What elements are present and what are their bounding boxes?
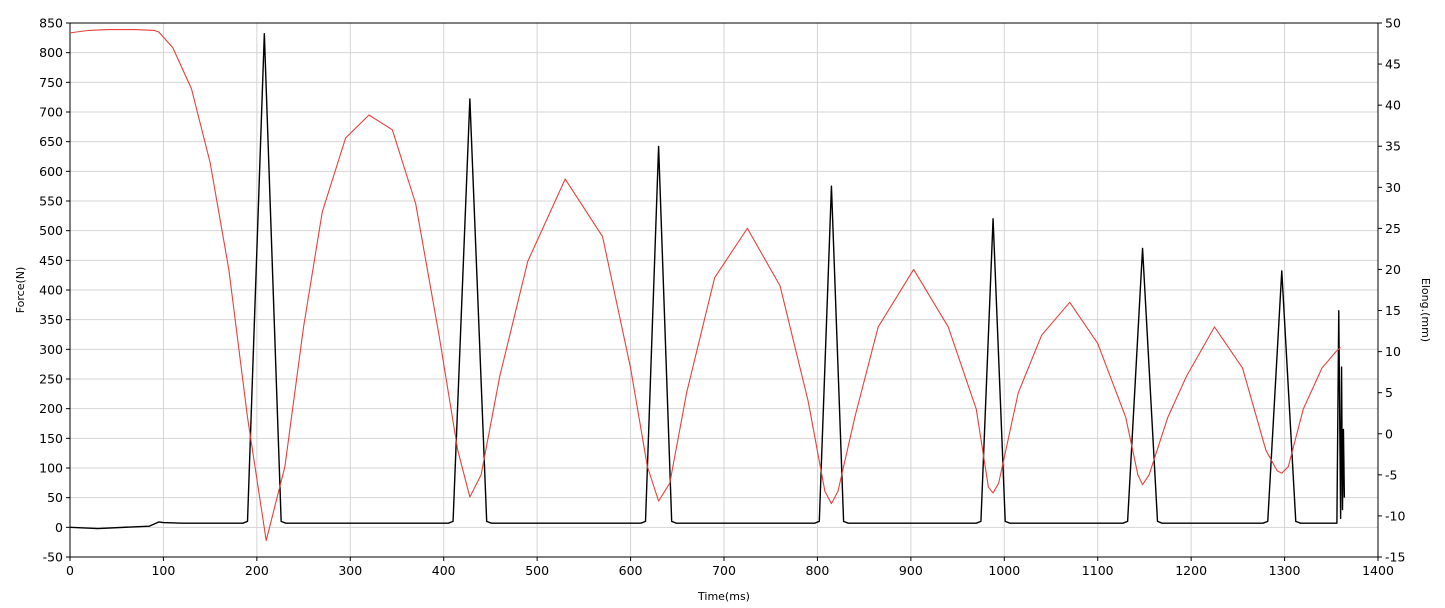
y-tick-label: 50 <box>47 490 63 505</box>
y-tick-label: 800 <box>39 45 63 60</box>
y-tick-label: 450 <box>39 253 63 268</box>
y-tick-label: 750 <box>39 75 63 90</box>
y-axis-right-title: Elong.(mm) <box>1419 278 1432 342</box>
y-tick-label: 0 <box>55 520 63 535</box>
y2-tick-label: 0 <box>1385 426 1393 441</box>
x-tick-label: 900 <box>899 563 923 578</box>
y2-tick-label: 50 <box>1385 16 1401 31</box>
y-tick-label: 100 <box>39 461 63 476</box>
y2-tick-label: 20 <box>1385 262 1401 277</box>
y-tick-label: 650 <box>39 134 63 149</box>
y-tick-label: 850 <box>39 16 63 31</box>
y-tick-label: 200 <box>39 401 63 416</box>
y-tick-label: 600 <box>39 164 63 179</box>
y2-tick-label: 15 <box>1385 303 1401 318</box>
x-tick-label: 1200 <box>1175 563 1207 578</box>
series-force-line <box>69 32 1346 530</box>
x-tick-label: 1300 <box>1269 563 1301 578</box>
x-tick-label: 100 <box>151 563 175 578</box>
x-tick-label: 600 <box>619 563 643 578</box>
series-elongation-line <box>69 29 1341 542</box>
x-axis-title: Time(ms) <box>697 590 750 603</box>
y2-tick-label: 40 <box>1385 98 1401 113</box>
x-tick-label: 1100 <box>1082 563 1114 578</box>
y-axis-right-ticks: -15 -10 -5 0 5 10 15 20 25 30 35 40 45 50 <box>1378 16 1405 565</box>
x-tick-label: 1000 <box>988 563 1020 578</box>
y-axis-left-title: Force(N) <box>14 267 27 314</box>
y-axis-left-ticks: -50 0 50 100 150 200 250 300 350 400 450 500 550 600 6… <box>39 16 70 565</box>
y2-tick-label: 10 <box>1385 344 1401 359</box>
x-tick-label: 400 <box>432 563 456 578</box>
y2-tick-label: 5 <box>1385 385 1393 400</box>
y-tick-label: 300 <box>39 342 63 357</box>
y2-tick-label: -5 <box>1385 467 1397 482</box>
y-tick-label: 550 <box>39 194 63 209</box>
y-tick-label: 500 <box>39 223 63 238</box>
x-tick-label: 500 <box>525 563 549 578</box>
y2-tick-label: 30 <box>1385 180 1401 195</box>
y2-tick-label: 25 <box>1385 221 1401 236</box>
force-elongation-chart: 0 100 200 300 400 500 600 700 800 900 1000 1100 1200… <box>14 16 1432 604</box>
x-tick-label: 300 <box>338 563 362 578</box>
x-tick-label: 200 <box>245 563 269 578</box>
x-axis-ticks: 0 100 200 300 400 500 600 700 800 900 1000 1100 1200… <box>66 557 1394 578</box>
y-tick-label: 250 <box>39 372 63 387</box>
series-layer <box>69 29 1346 542</box>
y-tick-label: 150 <box>39 431 63 446</box>
y-tick-label: -50 <box>43 550 63 565</box>
x-tick-label: 800 <box>805 563 829 578</box>
y2-tick-label: -10 <box>1385 508 1405 523</box>
x-tick-label: 700 <box>712 563 736 578</box>
y-tick-label: 350 <box>39 312 63 327</box>
y2-tick-label: 45 <box>1385 57 1401 72</box>
y-tick-label: 700 <box>39 105 63 120</box>
y2-tick-label: -15 <box>1385 550 1405 565</box>
x-tick-label: 1400 <box>1362 563 1394 578</box>
x-tick-label: 0 <box>66 563 74 578</box>
y2-tick-label: 35 <box>1385 139 1401 154</box>
y-tick-label: 400 <box>39 283 63 298</box>
